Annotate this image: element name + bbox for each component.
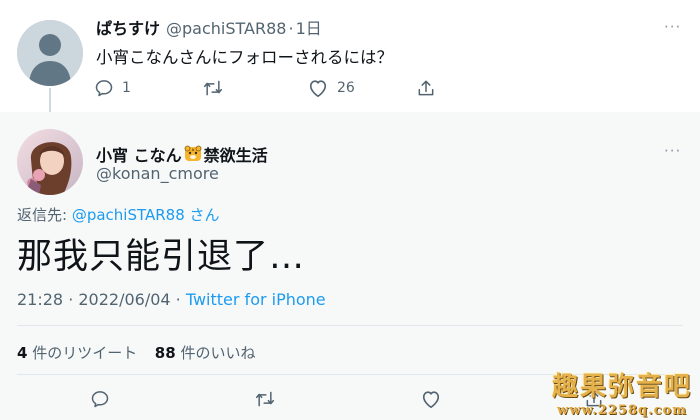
tiger-emoji-icon	[184, 145, 201, 161]
profile-photo-avatar[interactable]	[17, 129, 83, 195]
share-icon	[586, 391, 602, 407]
retweet-button[interactable]	[254, 389, 276, 409]
retweet-icon	[255, 391, 275, 407]
retweets-stat[interactable]: 4 件のリツイート	[17, 344, 137, 362]
original-tweet[interactable]: ぱちすけ @pachiSTAR88 · 1日 ··· 小宵こなんさんにフォローさ…	[0, 0, 700, 122]
heart-icon	[309, 80, 327, 97]
like-total: 88	[154, 344, 176, 362]
tweet-actions	[0, 389, 700, 415]
reply-button[interactable]	[90, 389, 110, 409]
tweet-stats: 4 件のリツイート 88 件のいいね	[17, 342, 255, 363]
tweet-text: 那我只能引退了…	[17, 237, 306, 277]
tweet-meta: 21:28 · 2022/06/04 · Twitter for iPhone	[17, 290, 326, 309]
tweet-actions: 1 26	[92, 78, 452, 102]
tweet-timestamp[interactable]: 21:28 · 2022/06/04 ·	[17, 290, 186, 309]
reply-icon	[91, 391, 109, 408]
author-handle[interactable]: @pachiSTAR88	[166, 19, 286, 38]
likes-stat[interactable]: 88 件のいいね	[155, 344, 256, 362]
reply-to-handle-link[interactable]: @pachiSTAR88	[72, 206, 185, 224]
like-button[interactable]: 26	[307, 78, 355, 98]
reply-button[interactable]: 1	[94, 78, 131, 98]
share-icon	[418, 80, 434, 96]
divider	[17, 374, 683, 375]
reply-to-label: 返信先:	[17, 206, 72, 224]
share-button[interactable]	[584, 389, 604, 409]
tweet-header: ぱちすけ @pachiSTAR88 · 1日	[96, 15, 322, 39]
profile-photo	[17, 129, 83, 195]
retweet-button[interactable]	[202, 78, 232, 98]
share-button[interactable]	[416, 78, 436, 98]
reply-icon	[95, 80, 113, 97]
retweet-total: 4	[17, 344, 28, 362]
retweet-label: 件のリツイート	[32, 344, 138, 362]
more-dots-icon[interactable]: ···	[664, 18, 681, 36]
reply-tweet: 小宵 こなん 禁欲生活 @konan_cmore ··· 返信先: @pachi…	[0, 112, 700, 420]
retweet-icon	[203, 80, 223, 96]
tweet-source-link[interactable]: Twitter for iPhone	[186, 290, 326, 309]
tweet-time[interactable]: 1日	[296, 15, 322, 39]
author-name[interactable]: 小宵 こなん 禁欲生活	[96, 142, 268, 166]
default-profile-icon	[17, 20, 83, 86]
divider	[17, 325, 683, 326]
more-dots-icon[interactable]: ···	[664, 142, 681, 160]
reply-to-suffix: さん	[184, 206, 220, 224]
author-name-suffix: 禁欲生活	[203, 146, 268, 165]
like-label: 件のいいね	[180, 344, 256, 362]
author-name-text: 小宵 こなん	[96, 146, 182, 165]
default-avatar[interactable]	[17, 20, 83, 86]
tweet-text: 小宵こなんさんにフォローされるには？	[96, 48, 393, 67]
author-name[interactable]: ぱちすけ	[96, 15, 160, 39]
author-handle[interactable]: @konan_cmore	[96, 164, 219, 183]
like-button[interactable]	[420, 389, 442, 409]
like-count: 26	[337, 80, 355, 96]
replying-to: 返信先: @pachiSTAR88 さん	[17, 204, 220, 225]
reply-count: 1	[122, 80, 131, 96]
time-separator: ·	[288, 19, 294, 38]
heart-icon	[422, 391, 440, 408]
